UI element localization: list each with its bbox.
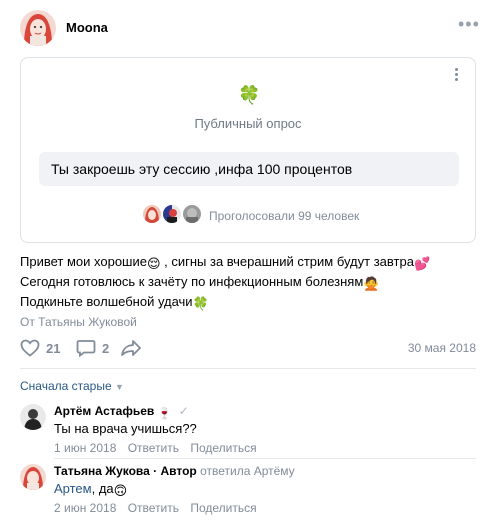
comment-icon bbox=[76, 340, 96, 357]
comment-text: Ты на врача учишься?? bbox=[54, 421, 197, 436]
post-text-line: Подкиньте волшебной удачи🍀 bbox=[20, 294, 209, 311]
post-text-line: Сегодня готовлюсь к зачёту по инфекционн… bbox=[20, 274, 380, 291]
reply-to-label[interactable]: ответила Артёму bbox=[200, 464, 295, 478]
voters-count[interactable]: Проголосовали 99 человек bbox=[209, 209, 359, 223]
comment-date[interactable]: 1 июн 2018 bbox=[54, 441, 116, 455]
commenter-avatar[interactable] bbox=[20, 404, 46, 430]
comment-item: Артём Астафьев 🍷 ✓ Ты на врача учишься??… bbox=[20, 404, 476, 455]
post-date[interactable]: 30 мая 2018 bbox=[408, 341, 476, 355]
comment-count: 2 bbox=[102, 340, 110, 356]
sort-label: Сначала старые bbox=[20, 379, 112, 393]
check-icon: ✓ bbox=[178, 404, 189, 418]
poll-card: 🍀 Публичный опрос Ты закроешь эту сессию… bbox=[20, 57, 476, 243]
wine-glass-icon: 🍷 bbox=[157, 408, 172, 420]
comment-meta: 1 июн 2018 Ответить Поделиться bbox=[54, 441, 265, 455]
comment-text: Артем, да🙃 bbox=[54, 481, 128, 498]
author-name[interactable]: Moona bbox=[66, 20, 108, 35]
post-header: Moona ••• bbox=[20, 10, 479, 46]
woman-gesturing-icon: 🙅 bbox=[363, 276, 380, 291]
reply-button[interactable]: Ответить bbox=[128, 501, 179, 515]
poll-type-label: Публичный опрос bbox=[194, 116, 302, 131]
poll-option[interactable]: Ты закроешь эту сессию ,инфа 100 процент… bbox=[39, 152, 459, 186]
post-text-line: Привет мои хорошие😌 , сигны за вчерашний… bbox=[20, 254, 431, 271]
chevron-down-icon: ▼ bbox=[115, 382, 124, 392]
sparkling-heart-icon: 💕 bbox=[413, 256, 431, 271]
divider bbox=[54, 458, 476, 459]
post-text: Привет мои хорошие😌 , сигны за вчерашний… bbox=[20, 253, 476, 313]
clover-icon: 🍀 bbox=[238, 85, 261, 105]
share-icon bbox=[121, 340, 141, 356]
reply-button[interactable]: Ответить bbox=[128, 441, 179, 455]
commenter-avatar[interactable] bbox=[20, 464, 46, 490]
divider bbox=[20, 368, 476, 369]
post-signer[interactable]: От Татьяны Жуковой bbox=[20, 315, 137, 329]
like-count: 21 bbox=[46, 340, 61, 356]
share-button[interactable] bbox=[120, 337, 148, 359]
clover-icon: 🍀 bbox=[192, 296, 209, 311]
upside-down-face-icon: 🙃 bbox=[113, 483, 128, 498]
comment-item: Татьяна Жукова · Автор ответила Артёму А… bbox=[20, 464, 476, 515]
like-button[interactable]: 21 bbox=[20, 337, 60, 359]
voter-avatar bbox=[181, 203, 203, 225]
comment-meta: 2 июн 2018 Ответить Поделиться bbox=[54, 501, 265, 515]
relieved-face-icon: 😌 bbox=[146, 256, 161, 271]
share-comment-button[interactable]: Поделиться bbox=[190, 441, 256, 455]
comment-sort-dropdown[interactable]: Сначала старые ▼ bbox=[20, 379, 124, 393]
comment-button[interactable]: 2 bbox=[76, 337, 109, 359]
poll-menu-icon[interactable] bbox=[451, 68, 461, 86]
voter-avatar bbox=[161, 203, 183, 225]
mention-link[interactable]: Артем bbox=[54, 481, 92, 496]
comment-date[interactable]: 2 июн 2018 bbox=[54, 501, 116, 515]
post-actions: 21 2 30 мая 2018 bbox=[20, 337, 476, 359]
author-avatar[interactable] bbox=[20, 10, 56, 46]
more-horizontal-icon[interactable]: ••• bbox=[458, 15, 479, 36]
comment-author[interactable]: Татьяна Жукова · Автор ответила Артёму bbox=[54, 464, 295, 478]
comment-author[interactable]: Артём Астафьев 🍷 ✓ bbox=[54, 404, 189, 420]
heart-icon bbox=[20, 339, 40, 357]
voter-avatar bbox=[141, 203, 163, 225]
share-comment-button[interactable]: Поделиться bbox=[190, 501, 256, 515]
